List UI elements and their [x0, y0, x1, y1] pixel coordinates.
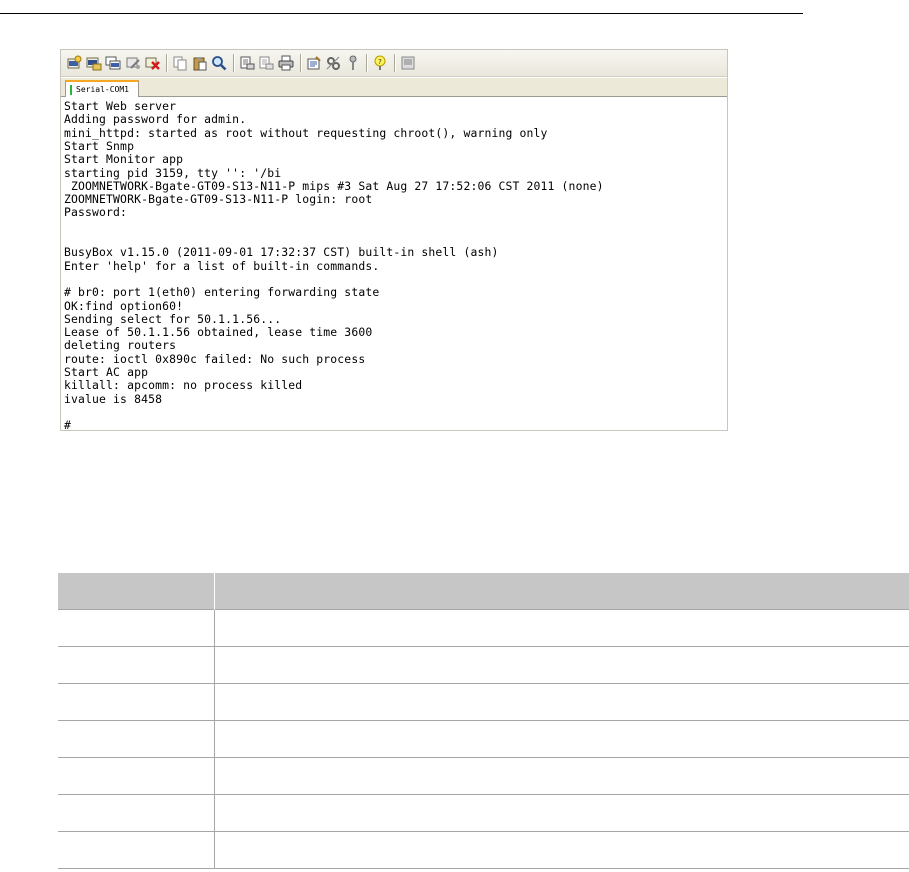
terminal-console[interactable]: Start Web server Adding password for admi… [61, 98, 727, 430]
print-setup-icon [239, 55, 255, 71]
session-tab-label: Serial-COM1 [76, 85, 129, 94]
tab-strip: Serial-COM1 [61, 78, 727, 97]
console-line: Password: [64, 205, 128, 220]
console-line: Start Monitor app [64, 152, 184, 167]
paste-icon [192, 55, 208, 71]
copy-icon [172, 55, 188, 71]
print-icon [278, 55, 294, 71]
console-line: deleting routers [64, 338, 177, 353]
print-preview-button[interactable] [257, 54, 275, 72]
console-line: OK:find option60! [64, 298, 184, 313]
console-line: route: ioctl 0x890c failed: No such proc… [64, 351, 366, 366]
table-cell [214, 646, 909, 684]
find-icon [211, 55, 227, 71]
table-cell [214, 720, 909, 758]
table-cell [214, 609, 909, 647]
duplicate-session-button[interactable] [104, 54, 122, 72]
table-row [58, 794, 909, 832]
table-cell [214, 757, 909, 795]
properties-button[interactable] [305, 54, 323, 72]
table-cell [58, 831, 215, 869]
toolbar: ? [61, 50, 727, 77]
table-header-row [58, 573, 909, 610]
print-preview-icon [258, 55, 274, 71]
table-row [58, 683, 909, 721]
table-row [58, 757, 909, 795]
paste-button[interactable] [191, 54, 209, 72]
disconnect-icon [144, 55, 161, 71]
table-cell [58, 757, 215, 795]
find-button[interactable] [210, 54, 228, 72]
open-session-icon [86, 55, 102, 71]
console-line: Enter 'help' for a list of built-in comm… [64, 258, 380, 273]
help-icon: ? [372, 55, 388, 71]
toolbar-separator [165, 54, 167, 72]
toolbar-separator [232, 54, 234, 72]
properties-icon [306, 55, 322, 71]
table-header-cell [58, 573, 215, 610]
keymap-button[interactable] [344, 54, 362, 72]
connection-status-indicator [70, 84, 72, 95]
table-row [58, 609, 909, 647]
console-line: # br0: port 1(eth0) entering forwarding … [64, 285, 380, 300]
reconnect-button[interactable] [124, 54, 142, 72]
open-session-button[interactable] [85, 54, 103, 72]
new-session-icon [66, 55, 82, 71]
console-line: killall: apcomm: no process killed [64, 378, 303, 393]
console-line: mini_httpd: started as root without requ… [64, 125, 548, 140]
table-cell [214, 683, 909, 721]
table-cell [214, 794, 909, 832]
console-line: ivalue is 8458 [64, 391, 163, 406]
help-button[interactable]: ? [371, 54, 389, 72]
console-line: Start Snmp [64, 138, 135, 153]
table-row [58, 720, 909, 758]
console-line: BusyBox v1.15.0 (2011-09-01 17:32:37 CST… [64, 245, 499, 260]
about-button[interactable] [399, 54, 417, 72]
console-line: ZOOMNETWORK-Bgate-GT09-S13-N11-P login: … [64, 192, 373, 207]
print-button[interactable] [277, 54, 295, 72]
console-line: ZOOMNETWORK-Bgate-GT09-S13-N11-P mips #3… [64, 178, 604, 193]
console-line: Lease of 50.1.1.56 obtained, lease time … [64, 325, 373, 340]
settings-button[interactable] [324, 54, 342, 72]
table-cell [58, 720, 215, 758]
table-cell [58, 609, 215, 647]
duplicate-session-icon [105, 55, 121, 71]
session-tab[interactable]: Serial-COM1 [65, 80, 139, 97]
table-cell [58, 646, 215, 684]
console-line: Adding password for admin. [64, 112, 247, 127]
console-line: Start Web server [64, 99, 177, 113]
console-line: Start AC app [64, 365, 149, 379]
table-header-cell [214, 573, 909, 610]
terminal-window: ? Serial-COM1 Start Web server Adding pas… [60, 49, 728, 431]
table-row [58, 831, 909, 869]
svg-text:?: ? [378, 58, 382, 66]
table-cell [58, 683, 215, 721]
copy-button[interactable] [171, 54, 189, 72]
table-cell [58, 794, 215, 832]
toolbar-separator [299, 54, 301, 72]
table-row [58, 646, 909, 684]
table-cell [214, 831, 909, 869]
toolbar-separator [366, 54, 368, 72]
print-setup-button[interactable] [238, 54, 256, 72]
settings-icon [325, 55, 341, 71]
top-divider [0, 13, 803, 14]
parameter-table [58, 573, 909, 869]
new-session-button[interactable] [65, 54, 83, 72]
console-line: starting pid 3159, tty '': '/bi [64, 165, 282, 180]
keymap-icon [345, 55, 361, 71]
about-icon [400, 55, 416, 71]
disconnect-button[interactable] [143, 54, 161, 72]
reconnect-icon [125, 55, 141, 71]
console-line: Sending select for 50.1.1.56... [64, 311, 282, 326]
toolbar-separator [393, 54, 395, 72]
console-line: # [64, 418, 72, 430]
